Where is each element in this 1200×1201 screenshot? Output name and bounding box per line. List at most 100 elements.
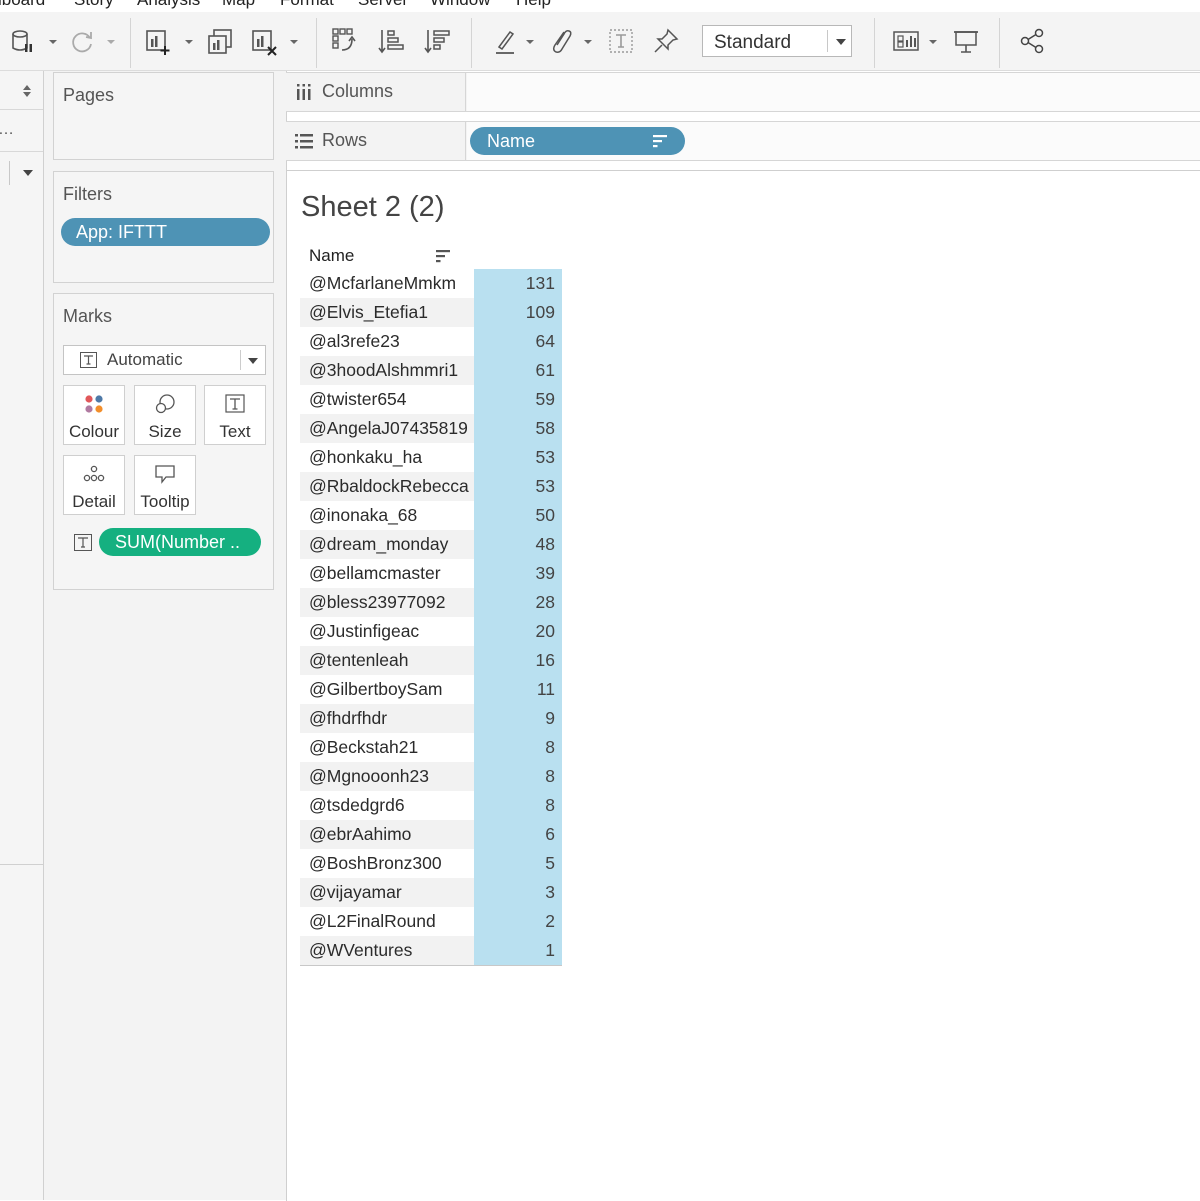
name-cell[interactable]: @BoshBronz300 [300,849,474,878]
fit-dropdown[interactable]: Standard [702,25,852,57]
table-row[interactable]: @tsdedgrd6 8 [300,791,562,820]
filter-pill[interactable]: App: IFTTT [61,218,270,246]
sort-descending-icon[interactable] [423,26,453,56]
table-row[interactable]: @bellamcmaster 39 [300,559,562,588]
name-cell[interactable]: @GilbertboySam [300,675,474,704]
name-cell[interactable]: @ebrAahimo [300,820,474,849]
table-row[interactable]: @3hoodAlshmmri1 61 [300,356,562,385]
value-cell[interactable]: 64 [474,327,562,356]
chevron-down-icon[interactable] [22,169,34,177]
value-cell[interactable]: 9 [474,704,562,733]
sum-number-pill[interactable]: SUM(Number .. [99,528,261,556]
value-cell[interactable]: 2 [474,907,562,936]
value-cell[interactable]: 20 [474,617,562,646]
name-column-header[interactable]: Name [309,246,354,266]
value-cell[interactable]: 16 [474,646,562,675]
chevron-down-icon[interactable] [106,38,116,46]
value-cell[interactable]: 8 [474,791,562,820]
chevron-down-icon[interactable] [525,38,535,46]
value-cell[interactable]: 53 [474,472,562,501]
name-cell[interactable]: @tentenleah [300,646,474,675]
name-cell[interactable]: @RbaldockRebecca [300,472,474,501]
detail-button[interactable]: Detail [63,455,125,515]
sort-ascending-icon[interactable] [377,26,407,56]
value-cell[interactable]: 11 [474,675,562,704]
table-row[interactable]: @honkaku_ha 53 [300,443,562,472]
columns-drop-area[interactable] [467,73,1200,111]
menu-server[interactable]: Server [358,0,408,10]
new-worksheet-icon[interactable] [143,26,173,56]
name-cell[interactable]: @fhdrfhdr [300,704,474,733]
table-row[interactable]: @L2FinalRound 2 [300,907,562,936]
chevron-down-icon[interactable] [289,38,299,46]
name-cell[interactable]: @WVentures [300,936,474,965]
value-cell[interactable]: 39 [474,559,562,588]
table-row[interactable]: @McfarlaneMmkm 131 [300,269,562,298]
name-cell[interactable]: @twister654 [300,385,474,414]
value-cell[interactable]: 53 [474,443,562,472]
value-cell[interactable]: 131 [474,269,562,298]
menu-story[interactable]: Story [74,0,114,10]
show-mark-labels-icon[interactable] [606,26,636,56]
clear-sheet-icon[interactable] [249,26,279,56]
refresh-icon[interactable] [67,26,97,56]
table-row[interactable]: @Mgnooonh23 8 [300,762,562,791]
rows-drop-area[interactable]: Name [467,122,1200,160]
name-cell[interactable]: @Justinfigeac [300,617,474,646]
text-button[interactable]: Text [204,385,266,445]
name-cell[interactable]: @Beckstah21 [300,733,474,762]
value-cell[interactable]: 28 [474,588,562,617]
chevron-down-icon[interactable] [583,38,593,46]
table-row[interactable]: @Elvis_Etefia1 109 [300,298,562,327]
table-row[interactable]: @RbaldockRebecca 53 [300,472,562,501]
name-cell[interactable]: @3hoodAlshmmri1 [300,356,474,385]
rows-shelf[interactable]: Rows Name [286,121,1200,161]
name-cell[interactable]: @honkaku_ha [300,443,474,472]
name-cell[interactable]: @AngelaJ07435819 [300,414,474,443]
menu-window[interactable]: Window [430,0,490,10]
sort-descending-icon[interactable] [435,249,451,263]
table-row[interactable]: @twister654 59 [300,385,562,414]
menu-dashboard[interactable]: iboard [0,0,45,10]
value-cell[interactable]: 50 [474,501,562,530]
table-row[interactable]: @tentenleah 16 [300,646,562,675]
value-cell[interactable]: 61 [474,356,562,385]
name-cell[interactable]: @dream_monday [300,530,474,559]
table-row[interactable]: @BoshBronz300 5 [300,849,562,878]
name-cell[interactable]: @McfarlaneMmkm [300,269,474,298]
table-row[interactable]: @ebrAahimo 6 [300,820,562,849]
pin-icon[interactable] [651,26,681,56]
share-icon[interactable] [1018,26,1048,56]
duplicate-sheet-icon[interactable] [205,26,235,56]
value-cell[interactable]: 58 [474,414,562,443]
name-cell[interactable]: @al3refe23 [300,327,474,356]
colour-button[interactable]: Colour [63,385,125,445]
table-row[interactable]: @vijayamar 3 [300,878,562,907]
value-cell[interactable]: 3 [474,878,562,907]
menu-format[interactable]: Format [280,0,334,10]
table-row[interactable]: @al3refe23 64 [300,327,562,356]
columns-shelf[interactable]: Columns [286,72,1200,112]
table-row[interactable]: @WVentures 1 [300,936,562,965]
sort-toggle-icon[interactable] [22,84,32,98]
highlight-icon[interactable] [490,26,520,56]
tooltip-button[interactable]: Tooltip [134,455,196,515]
marks-card[interactable]: Marks Automatic Colour Size Text Detail [53,293,274,590]
chevron-down-icon[interactable] [184,38,194,46]
name-cell[interactable]: @inonaka_68 [300,501,474,530]
mark-type-dropdown[interactable]: Automatic [63,345,266,375]
name-cell[interactable]: @L2FinalRound [300,907,474,936]
swap-axes-icon[interactable] [330,26,360,56]
menu-help[interactable]: Help [516,0,551,10]
table-row[interactable]: @fhdrfhdr 9 [300,704,562,733]
value-cell[interactable]: 8 [474,733,562,762]
value-cell[interactable]: 5 [474,849,562,878]
value-cell[interactable]: 8 [474,762,562,791]
value-cell[interactable]: 48 [474,530,562,559]
name-rows-pill[interactable]: Name [470,127,685,155]
value-cell[interactable]: 1 [474,936,562,965]
name-cell[interactable]: @Elvis_Etefia1 [300,298,474,327]
name-cell[interactable]: @tsdedgrd6 [300,791,474,820]
show-me-icon[interactable] [891,26,921,56]
value-cell[interactable]: 6 [474,820,562,849]
